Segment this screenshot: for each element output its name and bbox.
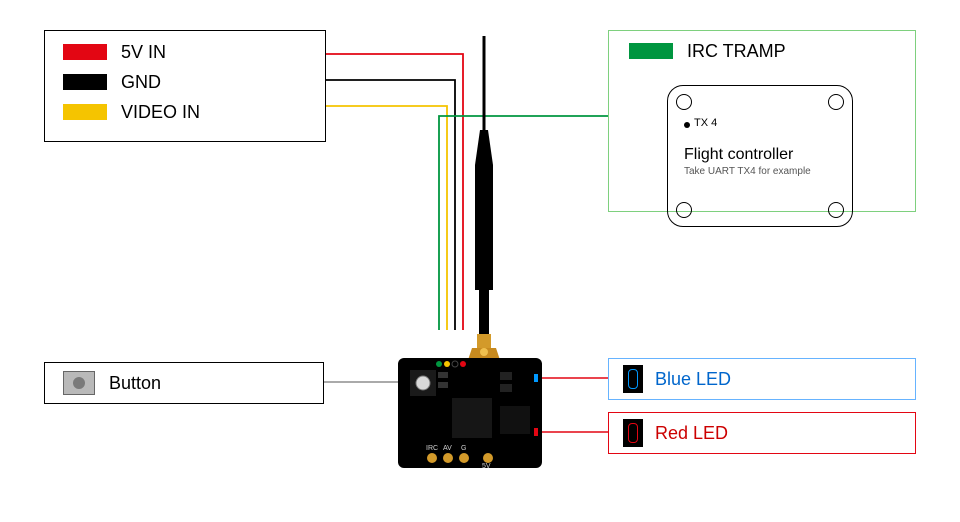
silk-5v: 5V	[482, 463, 491, 470]
silk-g: G	[461, 445, 466, 452]
silk-irc: IRC	[426, 445, 438, 452]
silk-av: AV	[443, 445, 452, 452]
vtx-module: IRC AV G 5V	[0, 0, 960, 522]
